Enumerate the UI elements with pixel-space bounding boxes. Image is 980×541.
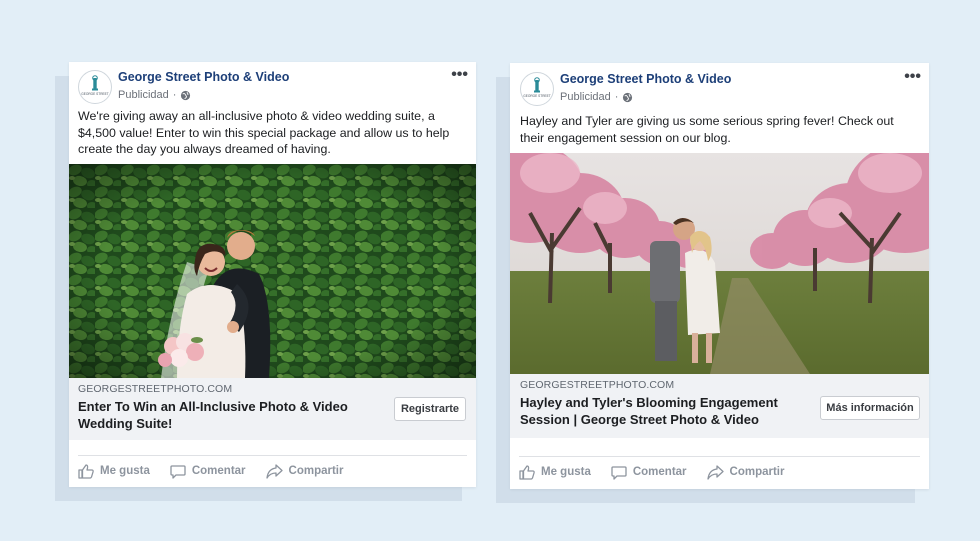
sponsored-label: Publicidad: [560, 91, 611, 103]
comment-label: Comentar: [632, 466, 687, 478]
more-options-icon[interactable]: •••: [904, 68, 921, 86]
page-name-link[interactable]: George Street Photo & Video: [118, 70, 289, 84]
post-image-engagement-couple[interactable]: [510, 153, 929, 374]
action-bar: Me gusta Comentar Compartir: [519, 461, 920, 483]
page-name-link[interactable]: George Street Photo & Video: [560, 72, 731, 86]
camera-logo-icon: GEORGE STREET: [81, 75, 109, 96]
share-label: Compartir: [288, 465, 344, 477]
camera-logo-icon: GEORGE STREET: [523, 77, 551, 98]
link-preview[interactable]: GEORGESTREETPHOTO.COM Hayley and Tyler's…: [510, 374, 929, 438]
like-button[interactable]: Me gusta: [78, 463, 150, 479]
share-icon: [706, 464, 724, 480]
register-button[interactable]: Registrarte: [394, 397, 466, 421]
comment-button[interactable]: Comentar: [611, 465, 687, 480]
link-domain: GEORGESTREETPHOTO.COM: [520, 379, 675, 391]
orchard-photo-illustration: [510, 153, 929, 374]
divider: [78, 455, 467, 456]
globe-icon: [623, 92, 633, 102]
page-avatar[interactable]: GEORGE STREET: [78, 70, 112, 104]
sponsored-label: Publicidad: [118, 89, 169, 101]
post-header: GEORGE STREET George Street Photo & Vide…: [520, 68, 921, 112]
sponsored-line: Publicidad ·: [560, 91, 633, 103]
link-domain: GEORGESTREETPHOTO.COM: [78, 383, 233, 395]
like-button[interactable]: Me gusta: [519, 464, 591, 480]
share-button[interactable]: Compartir: [706, 464, 785, 480]
link-preview[interactable]: GEORGESTREETPHOTO.COM Enter To Win an Al…: [69, 378, 476, 440]
post-header: GEORGE STREET George Street Photo & Vide…: [78, 66, 468, 110]
wedding-photo-illustration: [69, 164, 476, 378]
share-label: Compartir: [729, 466, 785, 478]
logo-text: GEORGE STREET: [523, 94, 551, 98]
share-icon: [265, 463, 283, 479]
logo-text: GEORGE STREET: [81, 92, 109, 96]
comment-button[interactable]: Comentar: [170, 464, 246, 479]
post-text: We're giving away an all-inclusive photo…: [78, 109, 450, 156]
link-title[interactable]: Enter To Win an All-Inclusive Photo & Vi…: [78, 398, 348, 432]
thumbs-up-icon: [78, 463, 94, 479]
globe-icon: [181, 90, 191, 100]
comment-icon: [611, 465, 627, 480]
more-info-button[interactable]: Más información: [820, 396, 920, 420]
comment-label: Comentar: [191, 465, 246, 477]
sponsored-line: Publicidad ·: [118, 89, 191, 101]
post-text: Hayley and Tyler are giving us some seri…: [520, 114, 894, 145]
ad-post-card-1: GEORGE STREET George Street Photo & Vide…: [69, 62, 476, 487]
page-avatar[interactable]: GEORGE STREET: [520, 72, 554, 106]
share-button[interactable]: Compartir: [265, 463, 344, 479]
action-bar: Me gusta Comentar Compartir: [78, 460, 467, 482]
divider: [519, 456, 920, 457]
link-title[interactable]: Hayley and Tyler's Blooming Engagement S…: [520, 394, 810, 428]
ad-post-card-2: GEORGE STREET George Street Photo & Vide…: [510, 63, 929, 489]
comment-icon: [170, 464, 186, 479]
like-label: Me gusta: [541, 466, 591, 478]
thumbs-up-icon: [519, 464, 535, 480]
post-image-wedding-couple[interactable]: [69, 164, 476, 378]
like-label: Me gusta: [100, 465, 150, 477]
more-options-icon[interactable]: •••: [451, 66, 468, 84]
